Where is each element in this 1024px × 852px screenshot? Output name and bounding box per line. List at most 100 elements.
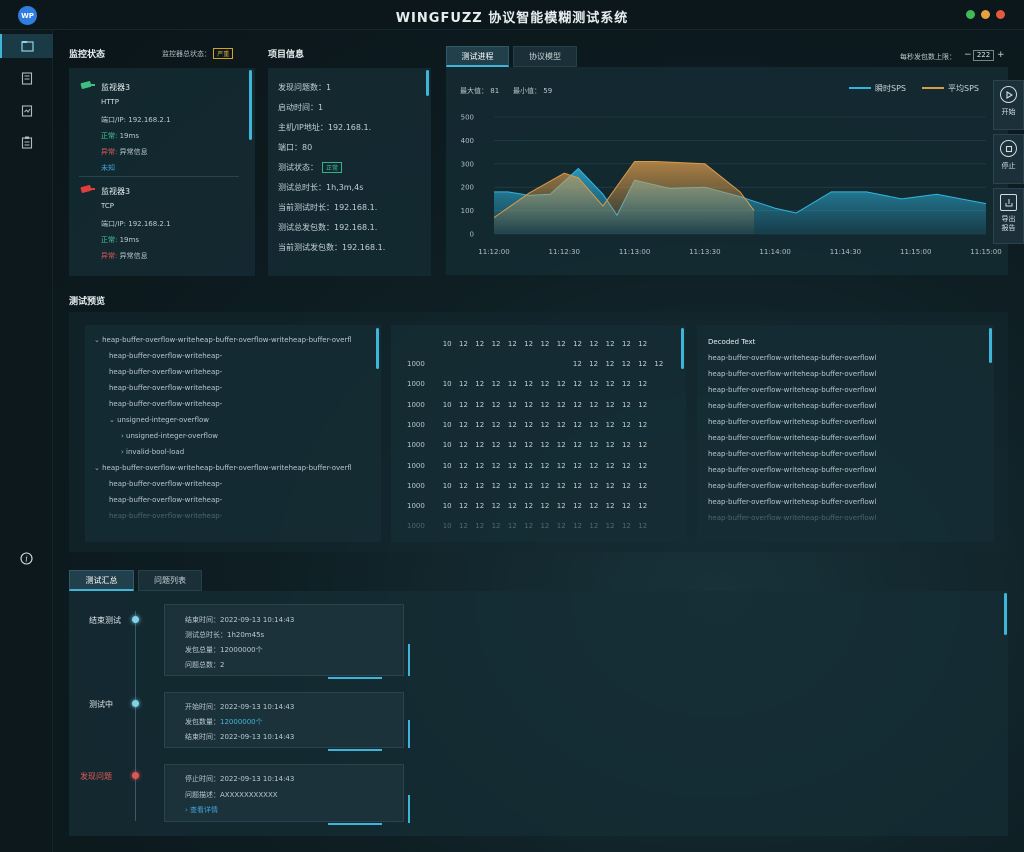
hex-cell[interactable]: 12 [472,421,488,429]
maximize-button[interactable] [966,10,975,19]
hex-cell[interactable]: 12 [586,502,602,510]
hex-cell[interactable]: 12 [520,462,536,470]
hex-cell[interactable]: 10 [439,522,455,530]
hex-cell[interactable]: 12 [537,401,553,409]
tree-item[interactable]: heap-buffer-overflow-writeheap- [109,496,222,504]
hex-cell[interactable]: 12 [553,462,569,470]
hex-cell[interactable]: 12 [602,401,618,409]
tree-item[interactable]: › unsigned-integer-overflow [121,432,218,440]
hex-cell[interactable]: 12 [602,380,618,388]
hex-cell[interactable]: 12 [586,441,602,449]
hex-cell[interactable]: 12 [537,462,553,470]
hex-cell[interactable]: 12 [537,421,553,429]
hex-cell[interactable]: 12 [488,441,504,449]
hex-cell[interactable]: 12 [634,360,650,368]
hex-cell[interactable]: 12 [618,502,634,510]
hex-cell[interactable]: 12 [537,380,553,388]
hex-cell[interactable]: 12 [488,462,504,470]
hex-cell[interactable]: 12 [472,522,488,530]
monitor-scrollbar[interactable] [249,70,252,140]
hex-cell[interactable]: 12 [635,401,651,409]
hex-cell[interactable]: 12 [618,380,634,388]
packet-limit-input[interactable]: 222 [973,50,994,61]
hex-cell[interactable]: 12 [504,522,520,530]
hex-cell[interactable]: 12 [553,421,569,429]
hex-cell[interactable]: 12 [569,380,585,388]
hex-cell[interactable]: 12 [455,421,471,429]
hex-cell[interactable]: 12 [635,462,651,470]
hex-cell[interactable]: 12 [602,441,618,449]
hex-cell[interactable]: 12 [504,482,520,490]
hex-cell[interactable]: 12 [504,401,520,409]
hex-cell[interactable] [520,360,536,368]
nav-info[interactable]: i [0,546,53,570]
tree-item[interactable]: heap-buffer-overflow-writeheap- [109,384,222,392]
hex-cell[interactable]: 12 [618,360,634,368]
tree-scrollbar[interactable] [376,328,379,369]
decoded-scrollbar[interactable] [989,328,992,363]
hex-cell[interactable]: 12 [537,441,553,449]
hex-cell[interactable]: 12 [520,421,536,429]
hex-cell[interactable]: 12 [618,482,634,490]
hex-cell[interactable]: 12 [618,441,634,449]
hex-cell[interactable]: 10 [439,482,455,490]
hex-cell[interactable]: 12 [635,380,651,388]
tree-item[interactable]: ⌄ unsigned-integer-overflow [109,416,209,424]
hex-cell[interactable]: 12 [602,482,618,490]
hex-cell[interactable]: 12 [553,482,569,490]
tree-item[interactable]: heap-buffer-overflow-writeheap- [109,480,222,488]
hex-cell[interactable]: 12 [618,462,634,470]
tree-item[interactable]: heap-buffer-overflow-writeheap- [109,352,222,360]
hex-cell[interactable]: 10 [439,502,455,510]
hex-cell[interactable]: 12 [537,482,553,490]
tree-item[interactable]: ⌄ heap-buffer-overflow-writeheap-buffer-… [94,336,352,344]
hex-cell[interactable]: 12 [472,482,488,490]
hex-cell[interactable]: 12 [455,441,471,449]
hex-cell[interactable]: 12 [602,462,618,470]
view-details-link[interactable]: › 查看详情 [185,805,218,815]
hex-cell[interactable]: 12 [488,401,504,409]
hex-cell[interactable]: 12 [569,522,585,530]
hex-cell[interactable]: 12 [455,401,471,409]
nav-monitor[interactable] [0,34,53,58]
hex-cell[interactable]: 12 [537,522,553,530]
nav-document[interactable] [0,66,53,90]
hex-cell[interactable]: 12 [472,380,488,388]
hex-cell[interactable]: 12 [586,482,602,490]
hex-cell[interactable]: 12 [553,522,569,530]
tab-summary[interactable]: 测试汇总 [69,570,134,591]
tab-protocol-model[interactable]: 协议模型 [513,46,577,67]
hex-cell[interactable] [537,360,553,368]
hex-cell[interactable]: 12 [472,401,488,409]
hex-cell[interactable]: 10 [439,401,455,409]
tree-item[interactable]: › invalid-bool-load [121,448,184,456]
hex-cell[interactable]: 12 [586,462,602,470]
hex-cell[interactable]: 12 [520,482,536,490]
hex-cell[interactable]: 12 [488,482,504,490]
hex-cell[interactable]: 12 [504,502,520,510]
hex-cell[interactable]: 12 [455,380,471,388]
hex-cell[interactable] [504,360,520,368]
tab-test-progress[interactable]: 测试进程 [446,46,509,67]
stop-button[interactable]: 停止 [993,134,1024,184]
hex-cell[interactable]: 12 [635,482,651,490]
hex-cell[interactable]: 12 [635,522,651,530]
hex-cell[interactable]: 12 [504,462,520,470]
tree-item[interactable]: heap-buffer-overflow-writeheap- [109,400,222,408]
hex-cell[interactable]: 12 [569,401,585,409]
hex-cell[interactable]: 12 [472,462,488,470]
hex-cell[interactable]: 10 [439,380,455,388]
hex-cell[interactable]: 12 [488,380,504,388]
export-report-button[interactable]: 导出报告 [993,188,1024,244]
close-button[interactable] [996,10,1005,19]
tree-item[interactable]: heap-buffer-overflow-writeheap- [109,368,222,376]
increment-button[interactable]: + [997,50,1005,60]
hex-cell[interactable]: 12 [472,441,488,449]
tree-item[interactable]: heap-buffer-overflow-writeheap- [109,512,222,520]
hex-cell[interactable]: 12 [569,462,585,470]
hex-cell[interactable]: 12 [553,441,569,449]
hex-cell[interactable]: 12 [602,502,618,510]
hex-cell[interactable]: 12 [635,421,651,429]
start-button[interactable]: 开始 [993,80,1024,130]
nav-clipboard[interactable] [0,130,53,154]
